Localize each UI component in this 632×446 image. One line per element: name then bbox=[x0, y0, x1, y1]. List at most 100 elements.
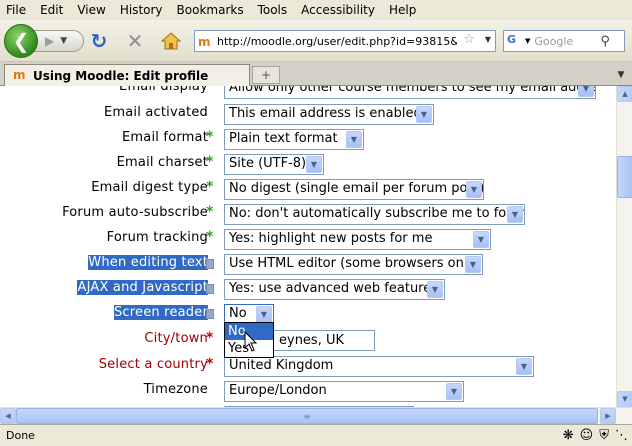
html-editor-select[interactable]: Use HTML editor (some browsers only) ▼ bbox=[224, 254, 483, 275]
field-label: City/town bbox=[144, 331, 208, 346]
horizontal-scrollbar[interactable]: ◀ ≡ ▶ bbox=[0, 407, 632, 424]
help-icon[interactable] bbox=[206, 309, 214, 319]
resize-grip-icon[interactable]: ⋱ bbox=[615, 428, 628, 443]
history-dropdown-icon[interactable]: ▼ bbox=[60, 36, 67, 46]
home-button[interactable] bbox=[160, 30, 182, 52]
navigation-toolbar: ▶ ▼ ❮ ↻ ✕ m http://moodle.org/user/edit.… bbox=[0, 20, 632, 62]
scroll-left-button[interactable]: ◀ bbox=[0, 408, 16, 424]
field-label: Forum auto-subscribe bbox=[62, 205, 208, 220]
forum-tracking-select[interactable]: Yes: highlight new posts for me ▼ bbox=[224, 229, 491, 250]
menu-edit[interactable]: Edit bbox=[34, 3, 71, 17]
email-charset-select[interactable]: Site (UTF-8) ▼ bbox=[224, 154, 324, 175]
chevron-down-icon[interactable]: ▼ bbox=[256, 306, 272, 323]
field-label: Email activated bbox=[103, 105, 208, 120]
status-icons: ❋ ☺ ⛨ ⋱ bbox=[563, 428, 628, 443]
site-favicon-icon: m bbox=[195, 31, 217, 51]
required-star-icon: * bbox=[206, 129, 214, 145]
address-bar[interactable]: m http://moodle.org/user/edit.php?id=938… bbox=[194, 30, 496, 52]
select-value: Use HTML editor (some browsers only) bbox=[229, 256, 481, 271]
svg-text:m: m bbox=[198, 35, 211, 48]
email-display-select[interactable]: Allow only other course members to see m… bbox=[224, 86, 596, 99]
help-icon[interactable] bbox=[206, 259, 214, 269]
select-value: This email address is enabled bbox=[229, 106, 422, 121]
stop-icon: ✕ bbox=[126, 29, 144, 53]
chevron-down-icon[interactable]: ▼ bbox=[306, 156, 322, 173]
form-row-ajax: AJAX and Javascript Yes: use advanced we… bbox=[0, 277, 616, 302]
bookmark-star-icon[interactable]: ☆ bbox=[463, 32, 475, 47]
search-icon[interactable]: ⚲ bbox=[600, 34, 610, 49]
timezone-select[interactable]: Europe/London ▼ bbox=[224, 381, 464, 402]
email-activated-select[interactable]: This email address is enabled ▼ bbox=[224, 104, 434, 125]
tab-edit-profile[interactable]: m Using Moodle: Edit profile bbox=[4, 64, 250, 86]
search-input[interactable]: Google bbox=[534, 35, 600, 48]
chevron-down-icon[interactable]: ▼ bbox=[507, 206, 523, 223]
chevron-down-icon[interactable]: ▼ bbox=[578, 86, 594, 97]
chevron-down-icon[interactable]: ▼ bbox=[466, 181, 482, 198]
google-engine-icon[interactable]: G bbox=[507, 33, 525, 49]
status-bar: Done ❋ ☺ ⛨ ⋱ bbox=[0, 424, 632, 446]
menu-view[interactable]: View bbox=[71, 3, 113, 17]
bug-icon[interactable]: ❋ bbox=[563, 428, 574, 443]
select-value: Allow only other course members to see m… bbox=[229, 86, 596, 95]
chevron-down-icon[interactable]: ▼ bbox=[465, 256, 481, 273]
reload-button[interactable]: ↻ bbox=[88, 29, 110, 53]
engine-dropdown-icon[interactable]: ▼ bbox=[525, 37, 530, 45]
menu-bar: File Edit View History Bookmarks Tools A… bbox=[0, 0, 632, 20]
menu-bookmarks[interactable]: Bookmarks bbox=[171, 3, 252, 17]
form-row-forum-autosubscribe: Forum auto-subscribe * No: don't automat… bbox=[0, 202, 616, 227]
chevron-down-icon[interactable]: ▼ bbox=[446, 383, 462, 400]
vertical-scrollbar[interactable]: ▲ ▼ bbox=[616, 86, 632, 407]
tab-list-arrow-icon: ▼ bbox=[617, 70, 625, 80]
required-star-icon: * bbox=[206, 356, 214, 372]
field-label: Email digest type bbox=[91, 180, 208, 195]
email-digest-select[interactable]: No digest (single email per forum post) … bbox=[224, 179, 484, 200]
new-tab-button[interactable]: + bbox=[252, 66, 280, 84]
chevron-down-icon[interactable]: ▼ bbox=[427, 281, 443, 298]
forum-autosubscribe-select[interactable]: No: don't automatically subscribe me to … bbox=[224, 204, 525, 225]
form-row-timezone: Timezone Europe/London ▼ bbox=[0, 379, 616, 404]
field-label: Screen reader bbox=[113, 305, 208, 320]
required-star-icon: * bbox=[206, 179, 214, 195]
required-star-icon: * bbox=[206, 204, 214, 220]
required-star-icon: * bbox=[206, 330, 214, 346]
menu-accessibility[interactable]: Accessibility bbox=[295, 3, 383, 17]
menu-help[interactable]: Help bbox=[383, 3, 424, 17]
select-value: Site (UTF-8) bbox=[229, 156, 307, 171]
forward-button[interactable]: ▶ ▼ bbox=[34, 30, 84, 52]
back-button[interactable]: ❮ bbox=[4, 24, 38, 58]
scroll-up-button[interactable]: ▲ bbox=[617, 86, 632, 102]
home-icon bbox=[161, 32, 181, 50]
field-label: Timezone bbox=[143, 382, 208, 397]
url-history-dropdown-icon[interactable]: ▼ bbox=[485, 35, 491, 44]
reload-icon: ↻ bbox=[90, 29, 108, 53]
forward-arrow-icon: ▶ bbox=[45, 34, 55, 48]
email-format-select[interactable]: Plain text format ▼ bbox=[224, 129, 364, 150]
horizontal-scroll-thumb[interactable]: ≡ bbox=[16, 408, 598, 424]
form-row-editing-text: When editing text Use HTML editor (some … bbox=[0, 252, 616, 277]
select-value: No: don't automatically subscribe me to … bbox=[229, 206, 525, 221]
chevron-down-icon[interactable]: ▼ bbox=[416, 106, 432, 123]
stop-button[interactable]: ✕ bbox=[124, 29, 146, 53]
help-icon[interactable] bbox=[206, 284, 214, 294]
status-text: Done bbox=[6, 429, 35, 442]
form-row-email-charset: Email charset * Site (UTF-8) ▼ bbox=[0, 152, 616, 177]
country-select[interactable]: United Kingdom ▼ bbox=[224, 356, 534, 377]
ajax-select[interactable]: Yes: use advanced web features ▼ bbox=[224, 279, 445, 300]
back-arrow-icon: ❮ bbox=[12, 29, 30, 53]
menu-file[interactable]: File bbox=[0, 3, 34, 17]
chevron-down-icon[interactable]: ▼ bbox=[473, 231, 489, 248]
smiley-icon[interactable]: ☺ bbox=[580, 428, 594, 443]
menu-tools[interactable]: Tools bbox=[252, 3, 296, 17]
shield-icon[interactable]: ⛨ bbox=[599, 428, 609, 443]
menu-history[interactable]: History bbox=[114, 3, 171, 17]
chevron-down-icon[interactable]: ▼ bbox=[516, 358, 532, 375]
tab-list-button[interactable]: ▼ bbox=[612, 66, 630, 84]
vertical-scroll-thumb[interactable] bbox=[617, 156, 632, 198]
scroll-down-button[interactable]: ▼ bbox=[617, 391, 632, 407]
required-star-icon: * bbox=[206, 229, 214, 245]
search-bar[interactable]: G ▼ Google ⚲ bbox=[503, 30, 625, 52]
field-label: Select a country bbox=[98, 357, 208, 372]
url-text[interactable]: http://moodle.org/user/edit.php?id=93815… bbox=[217, 35, 457, 48]
chevron-down-icon[interactable]: ▼ bbox=[346, 131, 362, 148]
scroll-right-button[interactable]: ▶ bbox=[600, 408, 616, 424]
